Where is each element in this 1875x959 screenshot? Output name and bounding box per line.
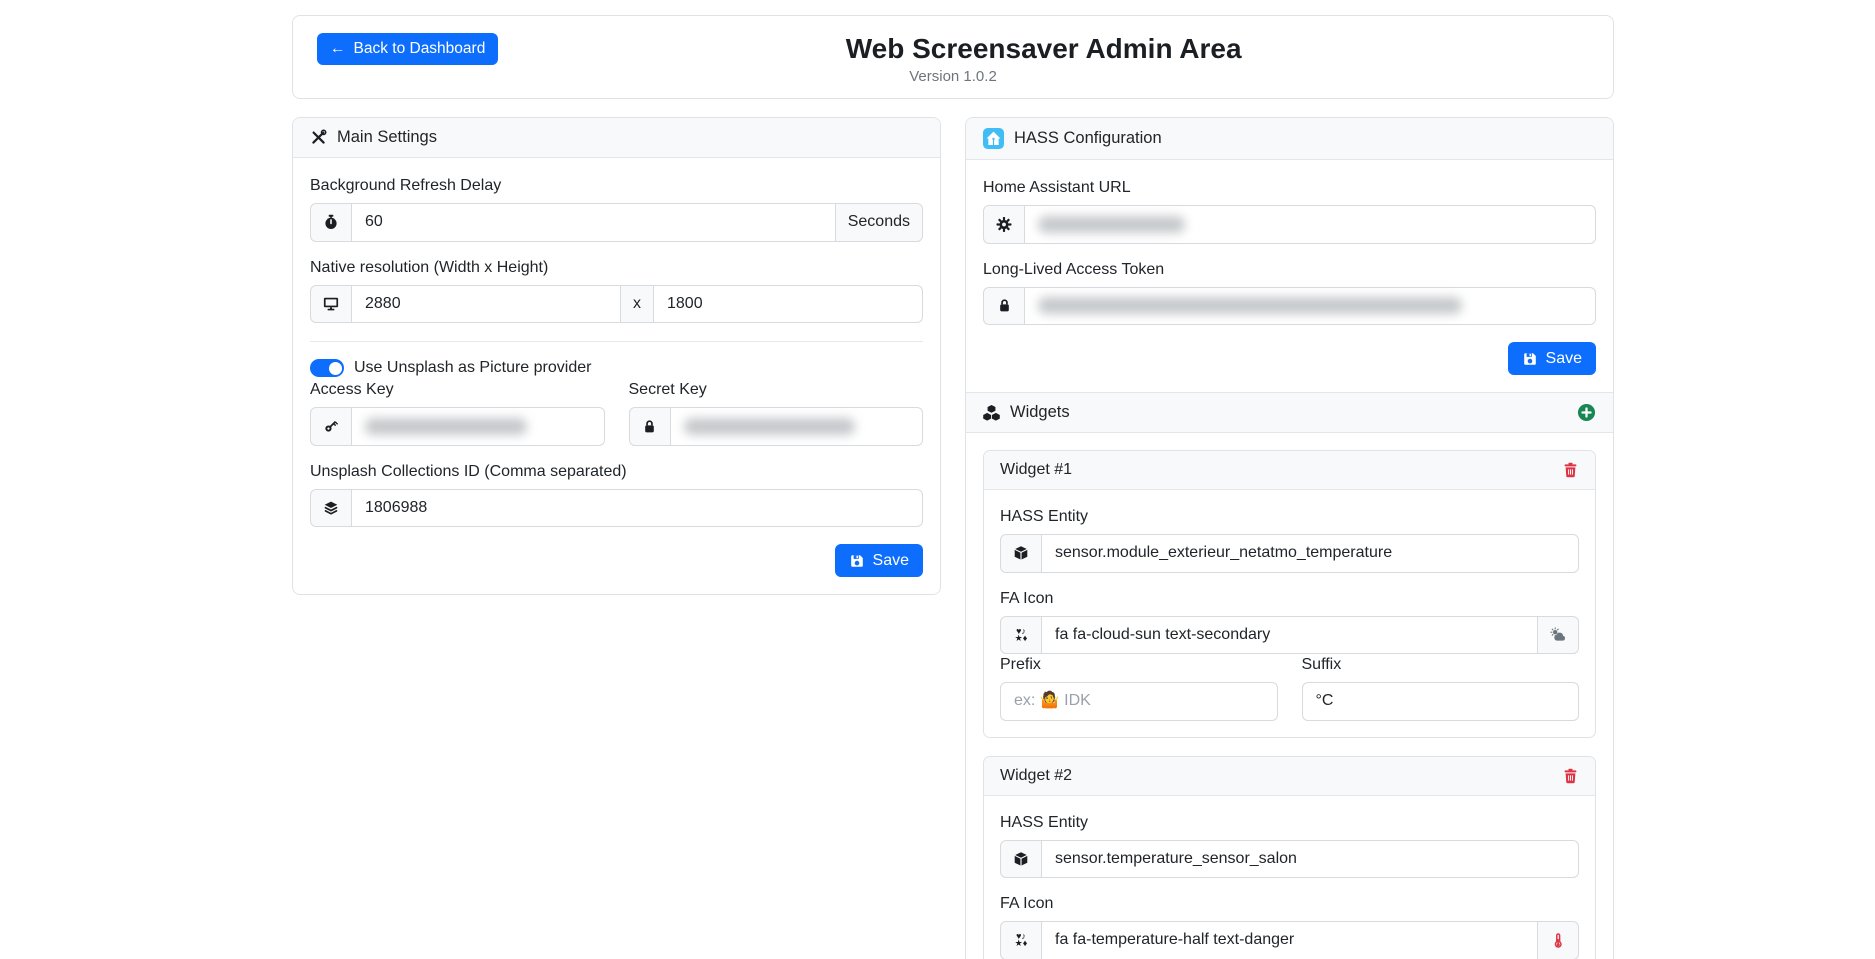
back-button-label: Back to Dashboard [354,40,486,58]
screwdriver-wrench-icon [310,129,327,146]
refresh-delay-input[interactable] [351,203,836,242]
resolution-separator: x [620,285,654,324]
widget-1-prefix-label: Prefix [1000,656,1278,674]
collections-id-label: Unsplash Collections ID (Comma separated… [310,463,923,481]
admin-page: ← Back to Dashboard Web Screensaver Admi… [0,0,1875,959]
refresh-delay-label: Background Refresh Delay [310,177,923,195]
fa-icons-icon: ♥♪ ★♦ [1000,616,1042,655]
header-card: ← Back to Dashboard Web Screensaver Admi… [292,15,1614,99]
delete-widget-1-button[interactable] [1562,461,1579,479]
hass-card: HASS Configuration Home Assistant URL [965,117,1614,959]
access-key-redacted-value [365,418,527,435]
widget-1-entity-input[interactable] [1041,534,1579,573]
stopwatch-icon [310,203,352,242]
trash-icon [1562,461,1579,479]
widget-2-fa-icon-input[interactable] [1041,921,1538,959]
back-to-dashboard-button[interactable]: ← Back to Dashboard [317,33,498,65]
collections-id-input[interactable] [351,489,923,528]
resolution-width-input[interactable] [351,285,621,324]
widgets-list: Widget #1 [966,433,1613,959]
main-settings-save-button[interactable]: Save [835,544,923,577]
secret-key-label: Secret Key [629,381,924,399]
main-settings-card: Main Settings Background Refresh Delay [292,117,941,595]
save-icon [849,553,865,569]
unsplash-toggle-label: Use Unsplash as Picture provider [354,359,591,377]
token-input[interactable] [1024,287,1596,326]
cubes-icon [983,404,1000,421]
token-label: Long-Lived Access Token [983,261,1596,279]
widget-2-entity-input[interactable] [1041,840,1579,879]
widget-1-fa-icon-label: FA Icon [1000,590,1579,608]
home-assistant-icon [983,128,1004,149]
widgets-title: Widgets [1010,403,1070,422]
hass-config-header: HASS Configuration [966,118,1613,160]
widget-1-fa-icon-input[interactable] [1041,616,1538,655]
back-arrow-icon: ← [330,40,346,58]
save-button-label: Save [1546,350,1582,368]
widget-card-1: Widget #1 [983,450,1596,738]
widget-1-entity-label: HASS Entity [1000,508,1579,526]
divider [310,341,923,342]
hass-config-title: HASS Configuration [1014,129,1162,148]
ha-url-label: Home Assistant URL [983,179,1596,197]
fa-icons-icon: ♥♪ ★♦ [1000,921,1042,959]
key-icon [310,407,352,446]
main-settings-header: Main Settings [293,118,940,158]
layer-group-icon [310,489,352,528]
add-widget-button[interactable] [1577,403,1596,422]
secret-key-redacted-value [684,418,855,435]
resolution-height-input[interactable] [653,285,923,324]
lock-icon [629,407,671,446]
widget-2-entity-label: HASS Entity [1000,814,1579,832]
cloud-sun-icon[interactable] [1537,616,1579,655]
secret-key-input[interactable] [670,407,924,446]
display-icon [310,285,352,324]
widget-card-2: Widget #2 [983,756,1596,959]
cube-icon [1000,534,1042,573]
thermometer-icon[interactable] [1537,921,1579,959]
lock-icon [983,287,1025,326]
refresh-unit-addon: Seconds [835,203,923,242]
version-text: Version 1.0.2 [317,68,1589,85]
gear-icon [983,205,1025,244]
main-settings-title: Main Settings [337,128,437,147]
ha-url-redacted-value [1038,216,1185,233]
cube-icon [1000,840,1042,879]
trash-icon [1562,767,1579,785]
circle-plus-icon [1577,403,1596,422]
delete-widget-2-button[interactable] [1562,767,1579,785]
widget-1-suffix-label: Suffix [1302,656,1580,674]
widgets-header: Widgets [966,392,1613,433]
unsplash-provider-toggle[interactable] [310,359,344,377]
save-icon [1522,351,1538,367]
save-button-label: Save [873,552,909,570]
widget-1-prefix-input[interactable] [1000,682,1278,721]
widget-2-fa-icon-label: FA Icon [1000,895,1579,913]
widget-1-title: Widget #1 [1000,461,1072,479]
resolution-label: Native resolution (Width x Height) [310,259,923,277]
ha-url-input[interactable] [1024,205,1596,244]
access-key-label: Access Key [310,381,605,399]
widget-2-title: Widget #2 [1000,767,1072,785]
hass-save-button[interactable]: Save [1508,342,1596,375]
page-title: Web Screensaver Admin Area [498,33,1589,65]
widget-1-suffix-input[interactable] [1302,682,1580,721]
access-key-input[interactable] [351,407,605,446]
token-redacted-value [1038,297,1462,314]
